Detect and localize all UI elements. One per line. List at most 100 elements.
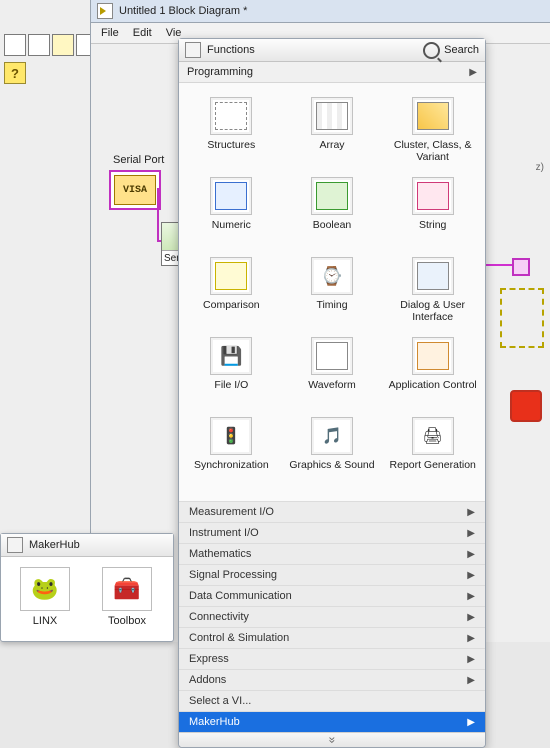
pin-icon[interactable]	[185, 42, 201, 58]
diagram-right-region: z)	[492, 114, 548, 602]
structures-icon	[210, 97, 252, 135]
cluster-icon	[412, 97, 454, 135]
palette-item-label: Synchronization	[194, 459, 269, 483]
numeric-icon	[210, 177, 252, 215]
tool-button[interactable]	[4, 34, 26, 56]
palette-item-linx[interactable]: 🐸 LINX	[15, 567, 75, 627]
palette-titlebar[interactable]: MakerHub	[1, 534, 173, 557]
category-label: Connectivity	[189, 611, 249, 623]
palette-item-structures[interactable]: Structures	[181, 93, 282, 173]
hz-label: z)	[536, 162, 544, 173]
chevron-right-icon: ▶	[467, 717, 475, 728]
chevron-right-icon: ▶	[467, 570, 475, 581]
palette-item-label: Dialog & User Interface	[384, 299, 481, 323]
fileio-icon: 💾	[210, 337, 252, 375]
palette-item-label: Numeric	[212, 219, 251, 243]
visa-node-text: VISA	[114, 175, 156, 205]
comparison-icon	[210, 257, 252, 295]
palette-item-label: Waveform	[308, 379, 355, 403]
palette-item-label: Structures	[207, 139, 255, 163]
category-connectivity[interactable]: Connectivity▶	[179, 606, 485, 627]
category-signal-processing[interactable]: Signal Processing ▶	[179, 564, 485, 585]
loop-fragment	[500, 288, 544, 348]
palette-item-fileio[interactable]: 💾 File I/O	[181, 333, 282, 413]
palette-item-toolbox[interactable]: 🧰 Toolbox	[97, 567, 157, 627]
category-label: Select a VI...	[189, 695, 251, 707]
array-icon	[311, 97, 353, 135]
palette-item-dialog[interactable]: Dialog & User Interface	[382, 253, 483, 333]
icon-glyph: 🐸	[31, 576, 58, 602]
window-titlebar[interactable]: Untitled 1 Block Diagram *	[91, 0, 550, 23]
palette-item-appcontrol[interactable]: Application Control	[382, 333, 483, 413]
palette-item-label: Graphics & Sound	[289, 459, 374, 483]
palette-item-label: Array	[319, 139, 344, 163]
palette-item-label: Toolbox	[108, 615, 146, 627]
category-addons[interactable]: Addons▶	[179, 669, 485, 690]
category-makerhub[interactable]: MakerHub ▶	[179, 711, 485, 732]
stop-terminal[interactable]	[510, 390, 542, 422]
search-label: Search	[444, 44, 479, 56]
terminal[interactable]	[512, 258, 530, 276]
category-label: Data Communication	[189, 590, 292, 602]
palette-item-label: String	[419, 219, 446, 243]
chevron-right-icon: ▶	[467, 528, 475, 539]
palette-item-cluster[interactable]: Cluster, Class, & Variant	[382, 93, 483, 173]
category-mathematics[interactable]: Mathematics ▶	[179, 543, 485, 564]
palette-section-header[interactable]: Programming ▶	[179, 62, 485, 83]
palette-expand-handle[interactable]: »	[179, 732, 485, 747]
toolbox-icon: 🧰	[102, 567, 152, 611]
palette-item-numeric[interactable]: Numeric	[181, 173, 282, 253]
menu-file[interactable]: File	[101, 27, 119, 39]
palette-titlebar[interactable]: Functions Search	[179, 39, 485, 62]
palette-item-label: LINX	[33, 615, 57, 627]
category-instrument-io[interactable]: Instrument I/O ▶	[179, 522, 485, 543]
section-label: Programming	[187, 66, 253, 78]
palette-item-comparison[interactable]: Comparison	[181, 253, 282, 333]
chevron-right-icon: ▶	[467, 549, 475, 560]
wire	[157, 188, 159, 242]
palette-title: MakerHub	[29, 539, 80, 551]
palette-title: Functions	[207, 44, 417, 56]
palette-body: 🐸 LINX 🧰 Toolbox	[1, 557, 173, 641]
palette-item-label: Report Generation	[389, 459, 475, 483]
palette-item-string[interactable]: String	[382, 173, 483, 253]
chevron-right-icon: ▶	[467, 675, 475, 686]
category-data-communication[interactable]: Data Communication▶	[179, 585, 485, 606]
category-label: Control & Simulation	[189, 632, 289, 644]
chevron-right-icon: ▶	[467, 654, 475, 665]
category-label: MakerHub	[189, 716, 240, 728]
menu-view[interactable]: Vie	[166, 27, 182, 39]
palette-item-sync[interactable]: 🚦 Synchronization	[181, 413, 282, 493]
category-measurement-io[interactable]: Measurement I/O▶	[179, 501, 485, 522]
palette-item-boolean[interactable]: Boolean	[282, 173, 383, 253]
chevron-right-icon: ▶	[467, 507, 475, 518]
tool-button[interactable]	[28, 34, 50, 56]
expand-glyph: »	[325, 737, 339, 744]
category-select-vi[interactable]: Select a VI...	[179, 690, 485, 711]
palette-item-label: File I/O	[214, 379, 248, 403]
appcontrol-icon	[412, 337, 454, 375]
palette-item-waveform[interactable]: Waveform	[282, 333, 383, 413]
category-label: Signal Processing	[189, 569, 277, 581]
makerhub-palette: MakerHub 🐸 LINX 🧰 Toolbox	[0, 533, 174, 642]
category-label: Instrument I/O	[189, 527, 259, 539]
tool-button[interactable]	[52, 34, 74, 56]
palette-item-array[interactable]: Array	[282, 93, 383, 173]
waveform-icon	[311, 337, 353, 375]
category-label: Mathematics	[189, 548, 251, 560]
palette-item-label: Cluster, Class, & Variant	[384, 139, 481, 163]
string-icon	[412, 177, 454, 215]
boolean-icon	[311, 177, 353, 215]
palette-item-label: Comparison	[203, 299, 260, 323]
palette-item-report[interactable]: 🖨 Report Generation	[382, 413, 483, 493]
category-control-simulation[interactable]: Control & Simulation▶	[179, 627, 485, 648]
context-help-button[interactable]: ?	[4, 62, 26, 84]
palette-item-timing[interactable]: ⌚ Timing	[282, 253, 383, 333]
pin-icon[interactable]	[7, 537, 23, 553]
palette-item-graphics[interactable]: 🎵 Graphics & Sound	[282, 413, 383, 493]
visa-resource-node[interactable]: VISA	[109, 170, 161, 210]
palette-search[interactable]: Search	[423, 42, 479, 59]
menu-edit[interactable]: Edit	[133, 27, 152, 39]
category-express[interactable]: Express▶	[179, 648, 485, 669]
palette-item-label: Boolean	[313, 219, 352, 243]
